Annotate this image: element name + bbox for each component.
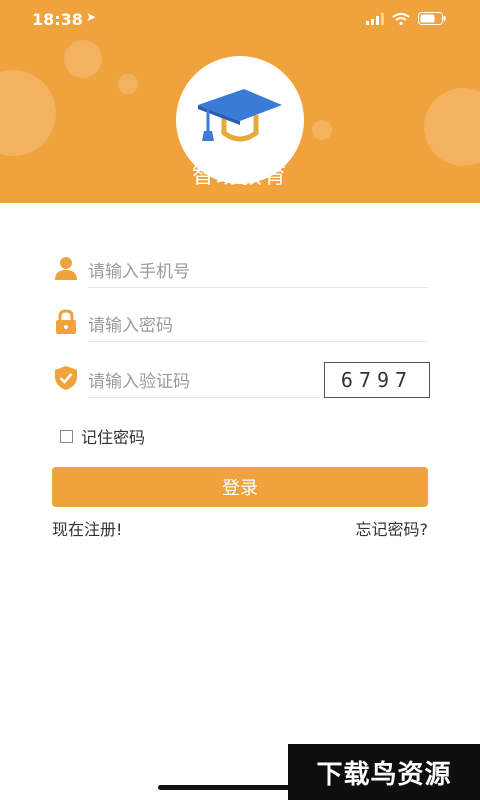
- status-time: 18:38: [32, 10, 83, 29]
- captcha-input[interactable]: 请输入验证码: [88, 367, 190, 392]
- wifi-icon: [392, 12, 410, 25]
- login-button[interactable]: 登录: [52, 467, 428, 507]
- location-arrow-icon: ➤: [86, 10, 97, 24]
- phone-field[interactable]: 请输入手机号: [52, 248, 428, 288]
- decor-bubble: [424, 88, 480, 166]
- remember-password[interactable]: 记住密码: [60, 424, 145, 448]
- password-field[interactable]: 请输入密码: [52, 302, 428, 342]
- app-title: 智助教育: [191, 164, 288, 189]
- login-label: 登录: [222, 478, 258, 499]
- divider: [88, 397, 320, 398]
- header-banner: 18:38 ➤ 智助教育: [0, 0, 480, 203]
- password-input[interactable]: 请输入密码: [88, 311, 173, 336]
- captcha-field[interactable]: 请输入验证码: [52, 358, 320, 398]
- remember-checkbox[interactable]: [60, 429, 73, 443]
- phone-input[interactable]: 请输入手机号: [88, 257, 190, 282]
- divider: [88, 287, 428, 288]
- decor-bubble: [64, 40, 102, 78]
- captcha-code: 6797: [340, 368, 414, 392]
- decor-bubble: [0, 70, 56, 156]
- decor-bubble: [118, 74, 138, 94]
- graduation-cap-icon: [198, 89, 282, 142]
- divider: [88, 341, 428, 342]
- decor-bubble: [312, 120, 332, 140]
- battery-icon: [418, 12, 446, 25]
- forgot-password-link[interactable]: 忘记密码?: [356, 516, 429, 540]
- captcha-image[interactable]: 6797: [324, 362, 430, 398]
- user-icon: [55, 257, 77, 280]
- register-link[interactable]: 现在注册!: [52, 516, 122, 540]
- status-bar: 18:38 ➤: [0, 0, 480, 40]
- remember-label: 记住密码: [81, 428, 146, 447]
- lock-icon: [56, 309, 76, 334]
- shield-check-icon: [55, 366, 77, 390]
- watermark: 下载鸟资源: [288, 744, 480, 800]
- signal-icon: [366, 12, 384, 25]
